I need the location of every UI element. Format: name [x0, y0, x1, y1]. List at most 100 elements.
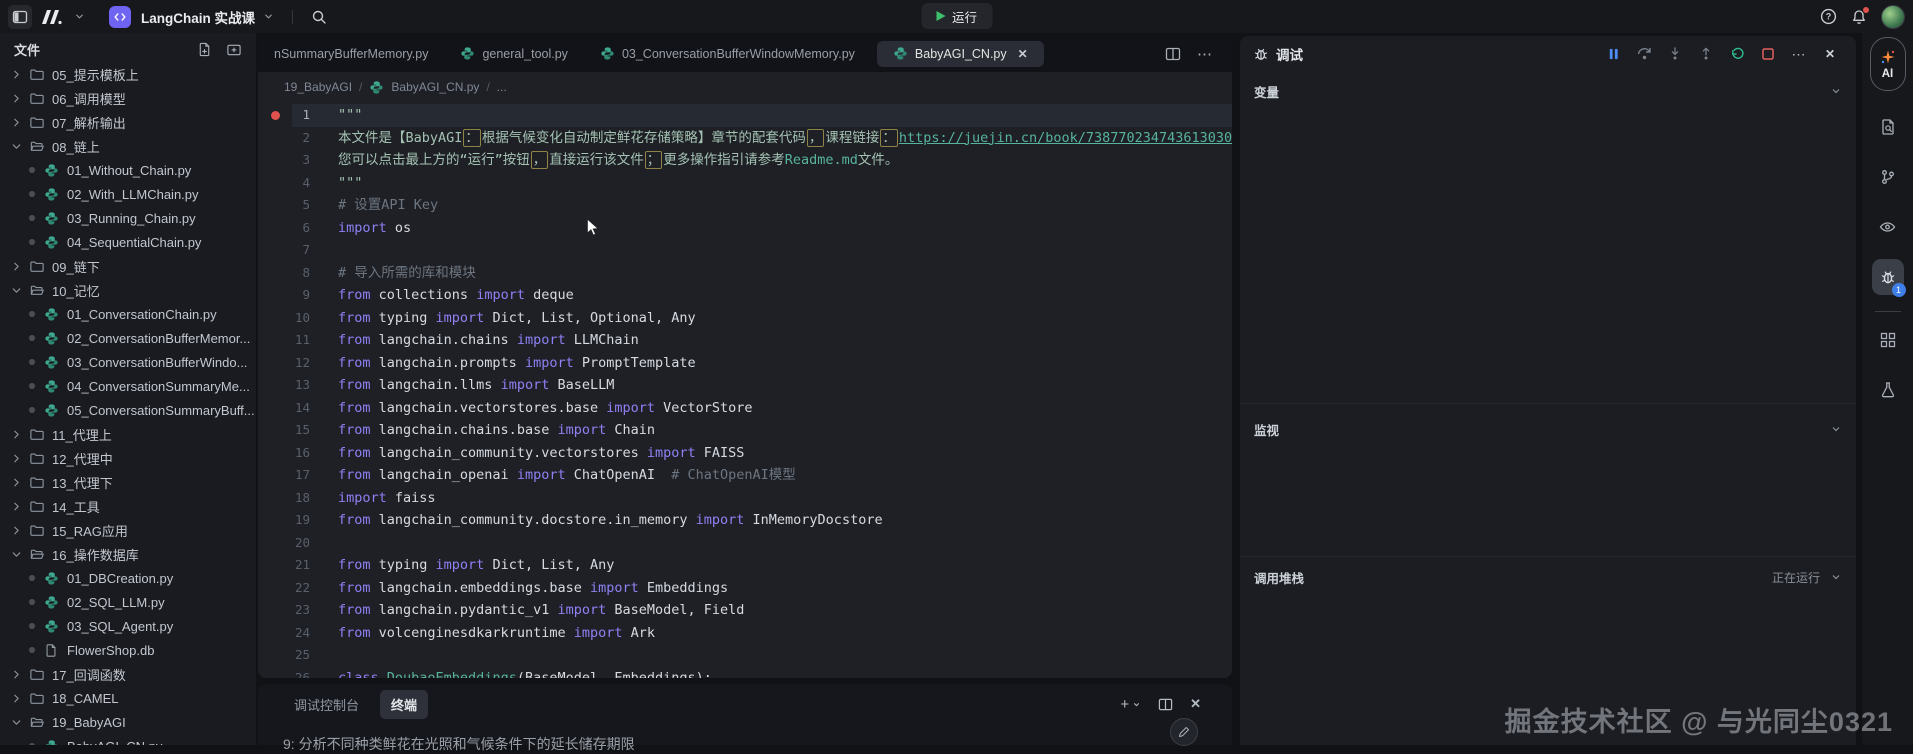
step-out-icon[interactable] — [1697, 45, 1715, 63]
terminal-tab[interactable]: 调试控制台 — [283, 690, 370, 719]
project-icon[interactable] — [109, 6, 131, 28]
debug-activity-icon[interactable]: 1 — [1872, 259, 1904, 295]
step-into-icon[interactable] — [1666, 45, 1684, 63]
new-terminal-button[interactable]: + — [1120, 696, 1141, 713]
breakpoint-gutter[interactable] — [258, 442, 292, 465]
breakpoint-gutter[interactable] — [258, 149, 292, 172]
app-logo-icon[interactable] — [40, 8, 66, 26]
breakpoint-gutter[interactable] — [258, 239, 292, 262]
tree-item[interactable]: 01_Without_Chain.py — [0, 158, 256, 182]
tree-item[interactable]: 13_代理下 — [0, 470, 256, 494]
tree-item[interactable]: 08_链上 — [0, 134, 256, 158]
breakpoint-gutter[interactable] — [258, 554, 292, 577]
notifications-bell-icon[interactable] — [1851, 9, 1867, 25]
chevron-down-icon[interactable] — [10, 284, 24, 297]
breakpoint-gutter[interactable] — [258, 374, 292, 397]
breakpoint-gutter[interactable] — [258, 262, 292, 285]
tree-item[interactable]: 15_RAG应用 — [0, 518, 256, 542]
chevron-right-icon[interactable] — [10, 500, 24, 513]
breakpoint-gutter[interactable] — [258, 329, 292, 352]
breakpoint-gutter[interactable] — [258, 532, 292, 555]
breakpoint-gutter[interactable] — [258, 667, 292, 679]
step-over-icon[interactable] — [1635, 45, 1653, 63]
breakpoint-gutter[interactable] — [258, 307, 292, 330]
chevron-right-icon[interactable] — [10, 260, 24, 273]
tree-item[interactable]: 17_回调函数 — [0, 662, 256, 686]
breakpoint[interactable] — [258, 104, 292, 127]
tree-item[interactable]: 07_解析输出 — [0, 110, 256, 134]
breakpoint-gutter[interactable] — [258, 577, 292, 600]
tree-item[interactable]: 11_代理上 — [0, 422, 256, 446]
pause-icon[interactable] — [1604, 45, 1622, 63]
breadcrumb-item[interactable]: ... — [497, 80, 507, 94]
source-control-icon[interactable] — [1872, 163, 1904, 191]
chevron-down-icon[interactable] — [10, 716, 24, 729]
chevron-right-icon[interactable] — [10, 692, 24, 705]
callstack-section-header[interactable]: 调用堆栈 正在运行 — [1240, 562, 1856, 592]
chevron-right-icon[interactable] — [10, 668, 24, 681]
chevron-right-icon[interactable] — [10, 524, 24, 537]
chevron-right-icon[interactable] — [10, 68, 24, 81]
avatar[interactable] — [1881, 5, 1905, 29]
tree-item[interactable]: 04_SequentialChain.py — [0, 230, 256, 254]
breakpoint-gutter[interactable] — [258, 599, 292, 622]
preview-eye-icon[interactable] — [1872, 213, 1904, 241]
tree-item[interactable]: 04_ConversationSummaryMe... — [0, 374, 256, 398]
editor-tab[interactable]: BabyAGI_CN.py✕ — [877, 41, 1044, 67]
tree-item[interactable]: 10_记忆 — [0, 278, 256, 302]
editor-tab[interactable]: nSummaryBufferMemory.py — [258, 41, 444, 67]
debug-more-icon[interactable]: ⋯ — [1790, 45, 1808, 63]
tree-item[interactable]: 01_ConversationChain.py — [0, 302, 256, 326]
tree-item[interactable]: 05_提示模板上 — [0, 62, 256, 86]
chevron-right-icon[interactable] — [10, 92, 24, 105]
breakpoint-gutter[interactable] — [258, 284, 292, 307]
split-editor-icon[interactable] — [1165, 46, 1181, 62]
terminal-tab[interactable]: 终端 — [380, 690, 428, 719]
tree-item[interactable]: 14_工具 — [0, 494, 256, 518]
tree-item[interactable]: 03_ConversationBufferWindo... — [0, 350, 256, 374]
tree-item[interactable]: 18_CAMEL — [0, 686, 256, 710]
breakpoint-gutter[interactable] — [258, 644, 292, 667]
breadcrumb-item[interactable]: BabyAGI_CN.py — [391, 80, 479, 94]
search-icon[interactable] — [311, 9, 327, 25]
tree-item[interactable]: 19_BabyAGI — [0, 710, 256, 734]
tree-item[interactable]: 05_ConversationSummaryBuff... — [0, 398, 256, 422]
code-area[interactable]: 1"""2本文件是【BabyAGI：根据气候变化自动制定鲜花存储策略】章节的配套… — [258, 104, 1232, 678]
tree-item[interactable]: 12_代理中 — [0, 446, 256, 470]
breakpoint-gutter[interactable] — [258, 172, 292, 195]
new-folder-icon[interactable] — [226, 42, 242, 57]
close-debug-icon[interactable]: ✕ — [1821, 45, 1839, 63]
breakpoint-gutter[interactable] — [258, 509, 292, 532]
chevron-right-icon[interactable] — [10, 116, 24, 129]
breakpoint-gutter[interactable] — [258, 419, 292, 442]
tree-item[interactable]: 09_链下 — [0, 254, 256, 278]
project-chevron-icon[interactable] — [263, 11, 274, 22]
project-title[interactable]: LangChain 实战课 — [141, 7, 255, 27]
breakpoint-gutter[interactable] — [258, 217, 292, 240]
editor-tab[interactable]: general_tool.py — [444, 41, 583, 67]
more-actions-icon[interactable]: ⋯ — [1197, 45, 1214, 63]
run-button[interactable]: 运行 — [921, 3, 992, 29]
chevron-right-icon[interactable] — [10, 476, 24, 489]
chevron-down-icon[interactable] — [1830, 571, 1842, 583]
breakpoint-gutter[interactable] — [258, 397, 292, 420]
app-menu-chevron-icon[interactable] — [74, 11, 85, 22]
close-tab-icon[interactable]: ✕ — [1018, 47, 1028, 61]
breakpoint-gutter[interactable] — [258, 127, 292, 150]
new-file-icon[interactable] — [197, 42, 212, 57]
tree-item[interactable]: BabyAGI_CN.py — [0, 734, 256, 745]
toggle-sidebar-icon[interactable] — [8, 5, 32, 29]
tree-item[interactable]: 02_ConversationBufferMemor... — [0, 326, 256, 350]
breadcrumb-item[interactable]: 19_BabyAGI — [284, 80, 352, 94]
tree-item[interactable]: 16_操作数据库 — [0, 542, 256, 566]
tree-item[interactable]: 01_DBCreation.py — [0, 566, 256, 590]
tree-item[interactable]: 02_With_LLMChain.py — [0, 182, 256, 206]
help-icon[interactable]: ? — [1820, 8, 1837, 25]
stop-icon[interactable] — [1759, 45, 1777, 63]
ai-assistant-button[interactable]: AI — [1870, 37, 1906, 91]
breakpoint-gutter[interactable] — [258, 464, 292, 487]
split-terminal-icon[interactable] — [1158, 697, 1173, 712]
file-search-icon[interactable] — [1872, 113, 1904, 141]
tree-item[interactable]: 06_调用模型 — [0, 86, 256, 110]
test-flask-icon[interactable] — [1872, 376, 1904, 404]
